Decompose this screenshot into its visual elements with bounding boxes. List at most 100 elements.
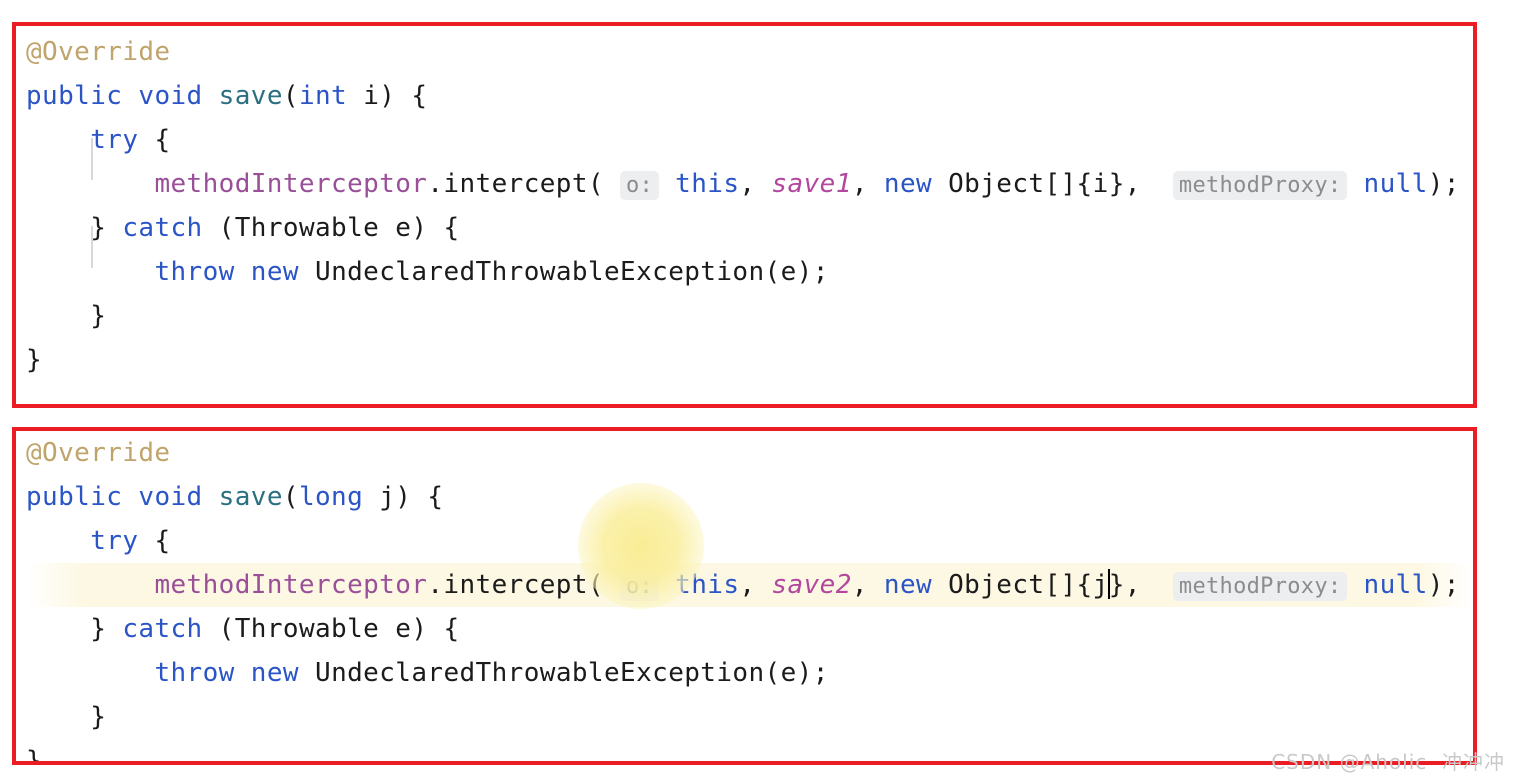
code-block-save-long[interactable]: @Override public void save(long j) { try … [12, 427, 1477, 765]
code-block-save-int[interactable]: @Override public void save(int i) { try {… [12, 22, 1477, 408]
code-token: null [1363, 570, 1428, 600]
code-token: Object [948, 570, 1045, 600]
code-line[interactable]: } [26, 338, 1473, 382]
code-token: int [298, 81, 348, 111]
code-lines-container-1[interactable]: @Override public void save(int i) { try {… [16, 26, 1473, 404]
code-line[interactable]: methodInterceptor.intercept( o: this, sa… [26, 563, 1473, 607]
code-line[interactable]: throw new UndeclaredThrowableException(e… [26, 250, 1473, 294]
code-token: ( [587, 169, 621, 199]
code-line[interactable]: methodInterceptor.intercept( o: this, sa… [26, 162, 1473, 206]
code-token: i [363, 81, 380, 111]
code-token: long [298, 482, 364, 512]
code-token: ( [587, 570, 621, 600]
parameter-hint: methodProxy: [1172, 171, 1348, 200]
code-token: { [138, 125, 171, 155]
code-line[interactable]: } [26, 294, 1473, 338]
code-token: ); [796, 658, 829, 688]
code-line[interactable]: public void save(long j) { [26, 475, 1473, 519]
code-token: this [675, 570, 740, 600]
code-token: methodInterceptor [154, 570, 428, 600]
code-token: save [218, 81, 283, 111]
code-token: void [138, 482, 203, 512]
code-line[interactable]: } [26, 739, 1473, 761]
code-line[interactable]: @Override [26, 30, 1473, 74]
code-token: UndeclaredThrowableException [315, 658, 765, 688]
code-token: } [26, 301, 107, 331]
code-token: j [379, 482, 396, 512]
code-token: ) { [411, 614, 460, 644]
code-token: intercept [443, 570, 588, 600]
code-token: []{ [1044, 169, 1093, 199]
code-token: save [218, 482, 283, 512]
code-line[interactable]: try { [26, 519, 1473, 563]
parameter-hint: o: [620, 572, 660, 601]
code-token: methodInterceptor [154, 169, 428, 199]
code-token: , [739, 570, 772, 600]
code-token: i [1092, 169, 1109, 199]
code-token: . [427, 169, 444, 199]
code-token: new [250, 257, 299, 287]
code-token: new [250, 658, 299, 688]
code-token: ) { [395, 482, 444, 512]
code-token: try [90, 125, 139, 155]
code-token: ( [282, 81, 299, 111]
code-token: , [739, 169, 772, 199]
code-token: e [395, 614, 412, 644]
code-token: public [26, 482, 123, 512]
code-token: new [883, 169, 933, 199]
code-token: , [851, 169, 884, 199]
code-token: save1 [771, 169, 852, 199]
code-token: @Override [26, 438, 171, 468]
code-token: { [138, 526, 171, 556]
code-token: , [851, 570, 884, 600]
code-token: e [395, 213, 412, 243]
code-token: save2 [771, 570, 852, 600]
parameter-hint: methodProxy: [1172, 572, 1348, 601]
code-token: throw [154, 658, 235, 688]
code-lines-container-2[interactable]: @Override public void save(long j) { try … [16, 431, 1473, 761]
code-line[interactable]: } catch (Throwable e) { [26, 206, 1473, 250]
code-token: ( [282, 482, 299, 512]
code-token: ); [1427, 570, 1460, 600]
code-line[interactable]: @Override [26, 431, 1473, 475]
code-token: void [138, 81, 203, 111]
code-line[interactable]: public void save(int i) { [26, 74, 1473, 118]
code-line[interactable]: try { [26, 118, 1473, 162]
code-token: catch [122, 213, 203, 243]
code-token: } [26, 614, 107, 644]
code-token: Throwable [234, 614, 380, 644]
code-token: e [780, 658, 797, 688]
code-token: ( [202, 614, 235, 644]
code-line[interactable]: } catch (Throwable e) { [26, 607, 1473, 651]
code-token: e [780, 257, 797, 287]
code-token: []{ [1044, 570, 1093, 600]
code-token: ) { [379, 81, 428, 111]
code-token: public [26, 81, 123, 111]
code-line[interactable]: throw new UndeclaredThrowableException(e… [26, 651, 1473, 695]
code-line[interactable]: } [26, 695, 1473, 739]
code-token: new [883, 570, 933, 600]
code-token: catch [122, 614, 203, 644]
